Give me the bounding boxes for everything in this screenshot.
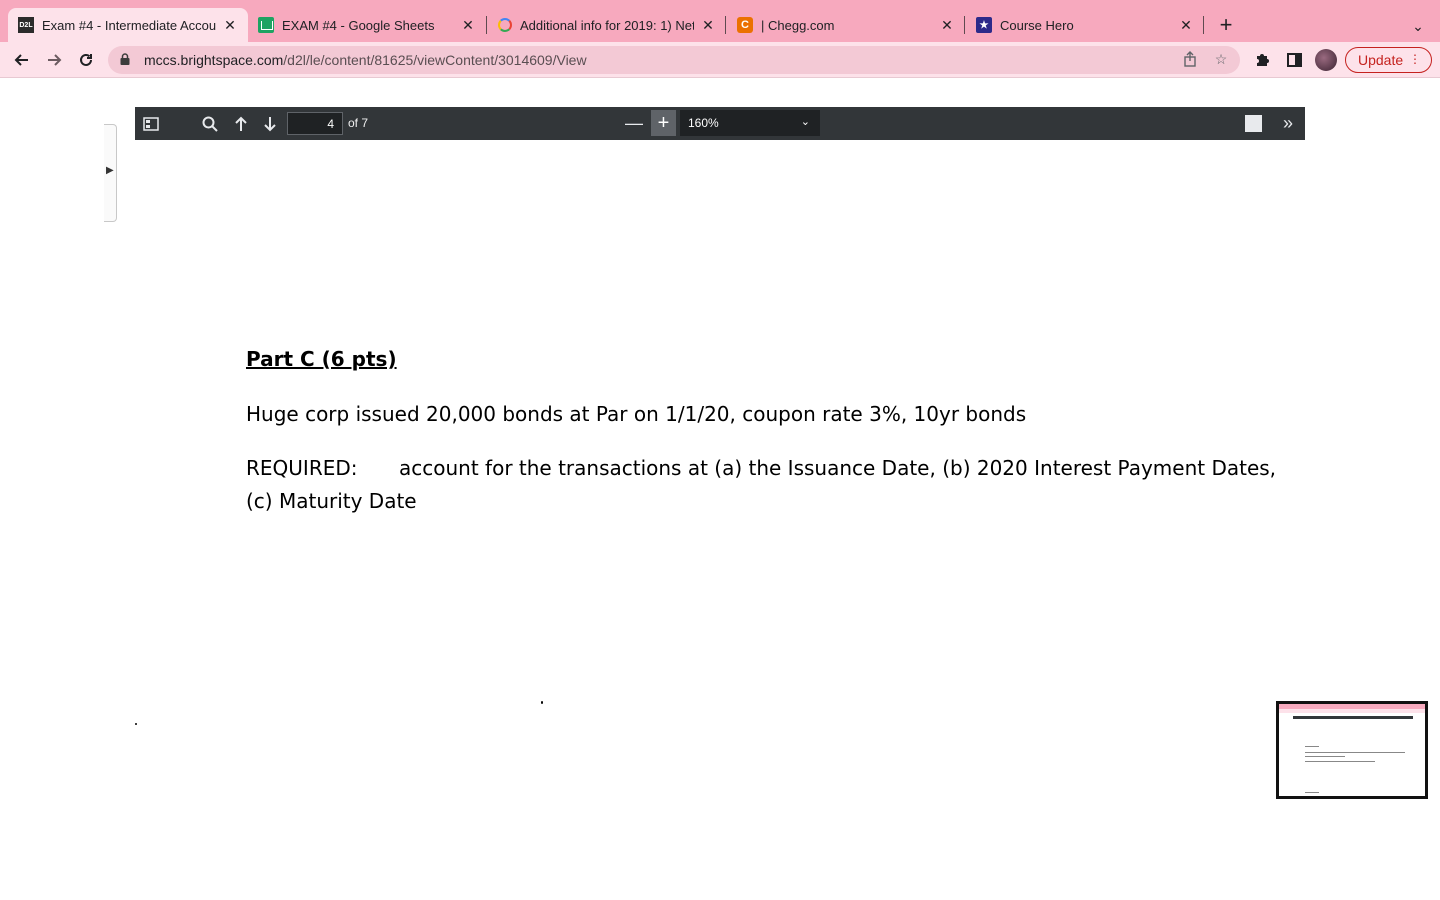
more-vertical-icon: ⋮: [1409, 52, 1421, 66]
pdf-toolbar: 4 of 7 — + 160% ⌄ »: [135, 107, 1305, 140]
fit-page-icon[interactable]: [1245, 115, 1262, 132]
tab-separator: [725, 16, 726, 34]
tab-separator: [486, 16, 487, 34]
back-button[interactable]: [8, 46, 36, 74]
tab-exam-d2l[interactable]: D2L Exam #4 - Intermediate Accour ✕: [8, 8, 248, 42]
close-icon[interactable]: ✕: [222, 17, 238, 33]
tab-title: Exam #4 - Intermediate Accour: [42, 17, 216, 33]
share-icon[interactable]: [1179, 48, 1201, 70]
profile-avatar[interactable]: [1315, 49, 1337, 71]
close-icon[interactable]: ✕: [700, 17, 716, 33]
tab-chegg[interactable]: C | Chegg.com ✕: [727, 8, 965, 42]
page-number-input[interactable]: 4: [287, 112, 343, 135]
pdf-document-page: Part C (6 pts) Huge corp issued 20,000 b…: [0, 79, 1440, 900]
thumbnails-sidebar-icon[interactable]: [139, 112, 163, 136]
page-count-label: of 7: [348, 116, 369, 130]
chevron-down-icon: ⌄: [800, 116, 810, 128]
thumbnail-line: [1305, 761, 1375, 762]
reload-button[interactable]: [72, 46, 100, 74]
document-speck: [541, 701, 543, 704]
url-path: /d2l/le/content/81625/viewContent/301460…: [283, 52, 587, 68]
thumbnail-pdf-bar: [1293, 716, 1413, 719]
thumbnail-line: [1305, 756, 1345, 757]
tab-title: Additional info for 2019: 1) Net: [520, 17, 694, 33]
zoom-level-select[interactable]: 160% ⌄: [680, 110, 820, 136]
chegg-icon: C: [737, 17, 753, 33]
google-icon: [498, 18, 512, 32]
arrow-right-icon: [48, 54, 62, 66]
required-text-continued: (c) Maturity Date: [246, 489, 417, 513]
document-paragraph: Huge corp issued 20,000 bonds at Par on …: [246, 402, 1027, 426]
url-domain: mccs.brightspace.com: [144, 52, 284, 68]
tab-search-chevron-icon[interactable]: ⌄: [1406, 14, 1430, 38]
zoom-in-button[interactable]: +: [651, 110, 676, 136]
thumbnail-line: [1305, 752, 1405, 753]
bookmark-star-icon[interactable]: ☆: [1210, 48, 1232, 70]
tab-separator: [964, 16, 965, 34]
tab-strip: D2L Exam #4 - Intermediate Accour ✕ EXAM…: [0, 0, 1440, 42]
tab-separator: [1203, 16, 1204, 34]
d2l-icon: D2L: [18, 17, 34, 33]
tab-title: EXAM #4 - Google Sheets: [282, 17, 435, 33]
coursehero-icon: ★: [976, 17, 992, 33]
update-button[interactable]: Update ⋮: [1345, 47, 1432, 73]
page-content: ▶ Part C (6 pts) Huge corp issued 20,000…: [0, 79, 1440, 900]
tab-title: | Chegg.com: [761, 17, 835, 33]
arrow-left-icon: [14, 54, 28, 66]
tab-google-sheets[interactable]: EXAM #4 - Google Sheets ✕: [248, 8, 486, 42]
required-text: account for the transactions at (a) the …: [399, 456, 1277, 480]
document-heading: Part C (6 pts): [246, 347, 397, 371]
search-icon[interactable]: [198, 112, 222, 136]
tab-google-search[interactable]: Additional info for 2019: 1) Net ✕: [488, 8, 726, 42]
zoom-out-button[interactable]: —: [623, 112, 645, 134]
extensions-puzzle-icon[interactable]: [1251, 49, 1273, 71]
thumbnail-line: [1305, 746, 1319, 747]
page-preview-thumbnail[interactable]: [1276, 701, 1428, 799]
lock-icon: [120, 52, 132, 68]
zoom-level-value: 160%: [688, 116, 719, 130]
arrow-up-icon[interactable]: [229, 112, 253, 136]
tab-course-hero[interactable]: ★ Course Hero ✕: [966, 8, 1204, 42]
close-icon[interactable]: ✕: [460, 17, 476, 33]
tab-title: Course Hero: [1000, 17, 1074, 33]
browser-toolbar: mccs.brightspace.com/d2l/le/content/8162…: [0, 42, 1440, 78]
new-tab-button[interactable]: +: [1214, 14, 1238, 38]
document-speck: [135, 723, 137, 725]
thumbnail-line: [1305, 792, 1319, 793]
reload-icon: [80, 53, 92, 66]
sheets-icon: [258, 17, 274, 33]
thumbnail-toolbar: [1279, 709, 1425, 713]
close-icon[interactable]: ✕: [939, 17, 955, 33]
address-bar[interactable]: mccs.brightspace.com/d2l/le/content/8162…: [108, 46, 1240, 74]
close-icon[interactable]: ✕: [1178, 17, 1194, 33]
update-label: Update: [1358, 52, 1404, 68]
double-chevron-right-icon[interactable]: »: [1276, 111, 1300, 135]
side-panel-icon[interactable]: [1283, 49, 1305, 71]
arrow-down-icon[interactable]: [258, 112, 282, 136]
forward-button[interactable]: [40, 46, 68, 74]
required-label: REQUIRED:: [246, 456, 358, 480]
